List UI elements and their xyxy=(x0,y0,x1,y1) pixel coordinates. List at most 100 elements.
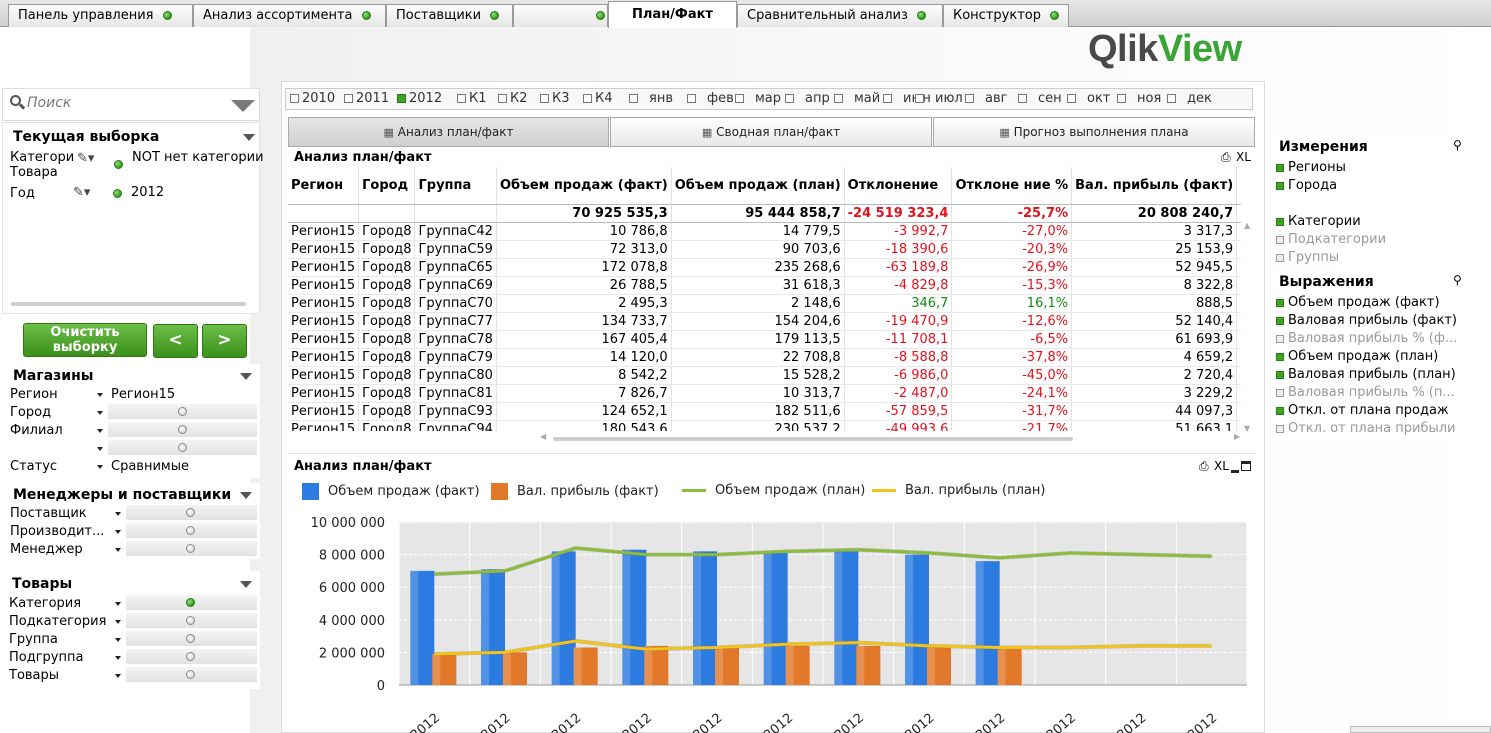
column-header[interactable]: Группа xyxy=(414,167,497,205)
field-value-manufacturer[interactable] xyxy=(126,523,257,539)
legend-item[interactable]: Объем продаж (факт) xyxy=(302,483,480,500)
table-row[interactable]: Регион15 Город8 ГруппаС77 134 733,7 154 204,… xyxy=(288,312,1241,331)
table-row[interactable]: Регион15 Город8 ГруппаС69 26 788,5 31 618,3-… xyxy=(288,276,1241,295)
subtab-plan-fact-analysis[interactable]: ▦ Анализ план/факт xyxy=(288,117,609,147)
search-dropdown-icon[interactable] xyxy=(231,100,255,112)
expression-item[interactable]: Валовая прибыль (факт) xyxy=(1276,313,1457,328)
tab-plan-fact[interactable]: План/Факт xyxy=(608,1,737,28)
chevron-down-icon[interactable] xyxy=(243,134,255,141)
dropdown-arrow-icon[interactable] xyxy=(97,411,103,415)
dropdown-arrow-icon[interactable] xyxy=(115,602,121,606)
table-row[interactable]: Регион15 Город8 ГруппаС79 14 120,0 22 708,8-… xyxy=(288,348,1241,367)
legend-item[interactable]: Вал. прибыль (план) xyxy=(872,483,1045,498)
period-month-12[interactable]: дек xyxy=(1167,91,1212,106)
period-month-3[interactable]: мар xyxy=(735,91,781,106)
horizontal-scrollbar[interactable] xyxy=(11,302,246,306)
expression-item[interactable]: Откл. от плана прибыли xyxy=(1276,421,1456,436)
chevron-down-icon[interactable] xyxy=(240,373,252,380)
back-button[interactable]: < xyxy=(153,324,198,358)
period-year-2010[interactable]: 2010 xyxy=(290,91,335,106)
column-header[interactable]: Отклонение xyxy=(844,167,953,205)
chevron-down-icon[interactable] xyxy=(240,492,252,499)
print-icon[interactable]: ⎙ xyxy=(1221,150,1231,165)
horizontal-scrollbar[interactable]: ◀ ▶ xyxy=(540,432,1240,442)
table-row[interactable]: Регион15 Город8 ГруппаС78 167 405,4 179 113,… xyxy=(288,330,1241,349)
legend-item[interactable]: Объем продаж (план) xyxy=(682,483,865,498)
period-quarter-3[interactable]: К3 xyxy=(540,91,570,106)
chevron-down-icon[interactable] xyxy=(240,581,252,588)
column-header[interactable]: Отклоне ние % xyxy=(951,167,1073,205)
period-quarter-4[interactable]: К4 xyxy=(583,91,613,106)
field-value-goods[interactable] xyxy=(126,667,257,683)
expression-item[interactable]: Валовая прибыль % (п... xyxy=(1276,385,1455,400)
table-row[interactable]: Регион15 Город8 ГруппаС42 10 786,8 14 779,5-… xyxy=(288,222,1241,241)
subtab-plan-forecast[interactable]: ▦ Прогноз выполнения плана xyxy=(933,117,1255,147)
dropdown-arrow-icon[interactable] xyxy=(97,465,103,469)
legend-item[interactable]: Вал. прибыль (факт) xyxy=(491,483,659,500)
subtab-summary-plan-fact[interactable]: ▦ Сводная план/факт xyxy=(610,117,932,147)
table-row[interactable]: Регион15 Город8 ГруппаС65 172 078,8 235 268,… xyxy=(288,258,1241,277)
period-month-7[interactable]: июл xyxy=(915,91,963,106)
tab-constructor[interactable]: Конструктор xyxy=(943,4,1069,27)
period-year-2011[interactable]: 2011 xyxy=(344,91,389,106)
period-quarter-2[interactable]: К2 xyxy=(498,91,528,106)
period-month-1[interactable]: янв xyxy=(629,91,673,106)
expression-item[interactable]: Откл. от плана продаж xyxy=(1276,403,1449,418)
column-header[interactable]: Вал. прибыль (факт) xyxy=(1071,167,1238,205)
column-header[interactable]: Город xyxy=(358,167,416,205)
dimension-item[interactable]: Группы xyxy=(1276,250,1339,265)
expression-item[interactable]: Валовая прибыль (план) xyxy=(1276,367,1456,382)
table-row[interactable]: Регион15 Город8 ГруппаС94 180 543,6 230 537,… xyxy=(288,420,1241,431)
maximize-icon[interactable] xyxy=(1241,461,1251,471)
minimize-icon[interactable] xyxy=(1231,470,1239,473)
search-icon[interactable]: ⚲ xyxy=(1453,273,1462,287)
table-row[interactable]: Регион15 Город8 ГруппаС81 7 826,7 10 313,7 -2… xyxy=(288,384,1241,403)
print-icon[interactable]: ⎙ xyxy=(1199,459,1209,474)
column-header[interactable]: Объем продаж (факт) xyxy=(496,167,672,205)
field-value-region[interactable]: Регион15 xyxy=(111,387,175,402)
forward-button[interactable]: > xyxy=(202,324,247,358)
tab-suppliers[interactable]: Поставщики xyxy=(386,4,513,27)
expression-item[interactable]: Объем продаж (план) xyxy=(1276,349,1438,364)
dimension-item[interactable]: Категории xyxy=(1276,214,1361,229)
dropdown-arrow-icon[interactable] xyxy=(115,548,121,552)
field-value-unnamed[interactable] xyxy=(108,440,257,456)
dropdown-arrow-icon[interactable] xyxy=(115,656,121,660)
dropdown-arrow-icon[interactable] xyxy=(97,447,103,451)
dimension-item[interactable]: Регионы xyxy=(1276,160,1346,175)
dimension-item[interactable]: Подкатегории xyxy=(1276,232,1386,247)
expression-item[interactable]: Валовая прибыль % (ф... xyxy=(1276,331,1457,346)
table-row[interactable]: Регион15 Город8 ГруппаС59 72 313,0 90 703,6-… xyxy=(288,240,1241,259)
tab-assortment[interactable]: Анализ ассортимента xyxy=(193,4,386,27)
column-header[interactable]: Регион xyxy=(288,167,360,205)
period-month-4[interactable]: апр xyxy=(785,91,830,106)
search-box[interactable]: Поиск xyxy=(2,88,260,121)
tab-unnamed[interactable] xyxy=(513,4,608,27)
dimension-item[interactable]: Города xyxy=(1276,178,1337,193)
dropdown-arrow-icon[interactable] xyxy=(115,674,121,678)
tab-dashboard[interactable]: Панель управления xyxy=(8,4,193,27)
table-row[interactable]: Регион15 Город8 ГруппаС70 2 495,3 2 148,6 346… xyxy=(288,294,1241,313)
dropdown-arrow-icon[interactable] xyxy=(97,393,103,397)
search-icon[interactable]: ⚲ xyxy=(1453,138,1462,152)
export-excel-button[interactable]: XL xyxy=(1236,150,1251,164)
period-month-8[interactable]: авг xyxy=(965,91,1007,106)
dropdown-arrow-icon[interactable] xyxy=(115,512,121,516)
dropdown-arrow-icon[interactable] xyxy=(115,638,121,642)
field-value-status[interactable]: Сравнимые xyxy=(111,459,189,474)
field-value-subcategory[interactable] xyxy=(126,613,257,629)
dropdown-arrow-icon[interactable] xyxy=(115,620,121,624)
eraser-icon[interactable]: ✎▾ xyxy=(77,151,94,166)
period-month-9[interactable]: сен xyxy=(1018,91,1062,106)
dropdown-arrow-icon[interactable] xyxy=(97,429,103,433)
column-header[interactable]: Вал. прибыль (план) xyxy=(1236,167,1241,205)
period-month-11[interactable]: ноя xyxy=(1117,91,1161,106)
period-year-2012[interactable]: 2012 xyxy=(397,91,442,106)
field-value-supplier[interactable] xyxy=(126,505,257,521)
table-row[interactable]: Регион15 Город8 ГруппаС93 124 652,1 182 511,… xyxy=(288,402,1241,421)
column-header[interactable]: Объем продаж (план) xyxy=(671,167,845,205)
expression-item[interactable]: Объем продаж (факт) xyxy=(1276,295,1440,310)
dropdown-arrow-icon[interactable] xyxy=(115,530,121,534)
eraser-icon[interactable]: ✎▾ xyxy=(73,185,90,200)
table-row[interactable]: Регион15 Город8 ГруппаС80 8 542,2 15 528,2 -6… xyxy=(288,366,1241,385)
